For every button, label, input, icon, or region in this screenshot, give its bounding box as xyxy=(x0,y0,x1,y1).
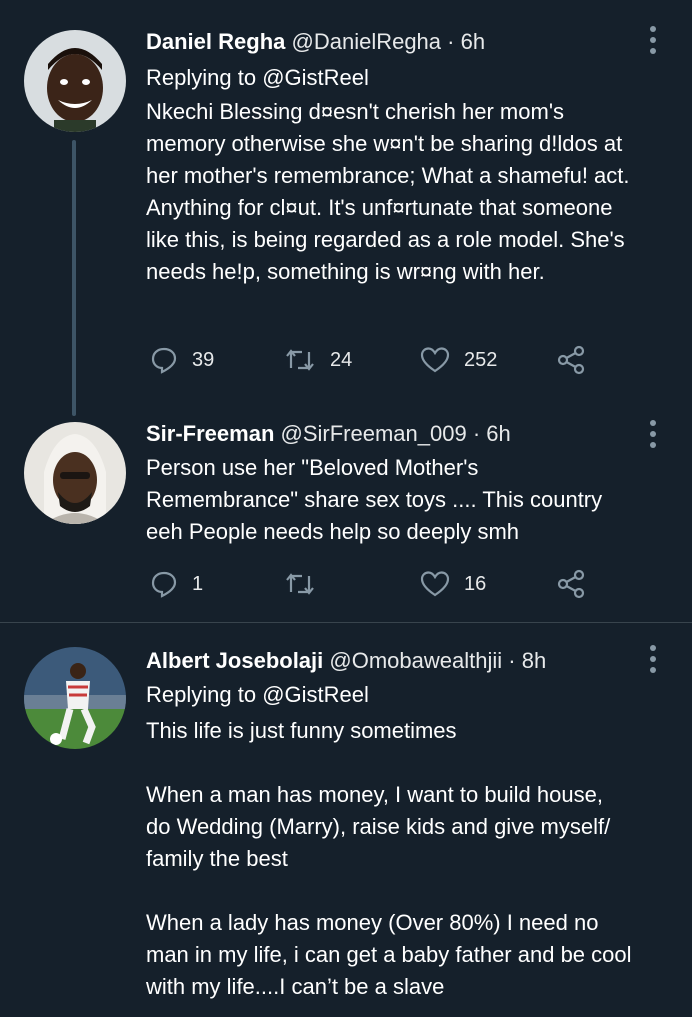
like-count: 252 xyxy=(464,348,498,371)
like-count: 16 xyxy=(464,572,487,595)
timestamp[interactable]: 6h xyxy=(461,29,485,54)
share-icon xyxy=(557,345,585,375)
retweet-button[interactable]: 24 xyxy=(284,340,352,380)
user-handle[interactable]: @DanielRegha xyxy=(292,29,442,54)
share-button[interactable] xyxy=(556,564,586,604)
retweet-icon xyxy=(286,349,314,371)
like-button[interactable]: 252 xyxy=(420,340,497,380)
user-handle[interactable]: @Omobawealthjii xyxy=(329,648,502,673)
reply-icon xyxy=(151,571,177,598)
replying-prefix: Replying to xyxy=(146,682,257,707)
replying-to-handle[interactable]: @GistReel xyxy=(262,65,369,90)
more-vertical-icon[interactable] xyxy=(648,645,658,673)
replying-prefix: Replying to xyxy=(146,65,257,90)
retweet-button[interactable] xyxy=(284,564,330,604)
tweet-text: Person use her "Beloved Mother's Remembr… xyxy=(146,455,609,544)
tweet-sir-freeman[interactable]: Sir-Freeman @SirFreeman_009 · 6h Person … xyxy=(0,410,692,622)
tweet-header: Sir-Freeman @SirFreeman_009 · 6h xyxy=(146,420,632,448)
tweet-albert-josebolaji[interactable]: Albert Josebolaji @Omobawealthjii · 8h R… xyxy=(0,623,692,1017)
user-handle[interactable]: @SirFreeman_009 xyxy=(281,421,467,446)
share-icon xyxy=(557,569,585,599)
avatar[interactable] xyxy=(24,647,126,749)
heart-icon xyxy=(420,571,450,597)
retweet-count: 24 xyxy=(330,348,353,371)
tweet-text: Nkechi Blessing d¤esn't cherish her mom'… xyxy=(146,99,635,284)
separator: · xyxy=(508,648,516,673)
heart-icon xyxy=(420,347,450,373)
retweet-icon xyxy=(286,573,314,595)
tweet-text: This life is just funny sometimes When a… xyxy=(146,718,632,999)
replying-to: Replying to @GistReel xyxy=(146,62,632,94)
reply-icon xyxy=(151,347,177,374)
tweet-header: Albert Josebolaji @Omobawealthjii · 8h xyxy=(146,647,632,675)
more-vertical-icon[interactable] xyxy=(648,26,658,54)
avatar[interactable] xyxy=(24,30,126,132)
display-name[interactable]: Daniel Regha xyxy=(146,29,285,54)
share-button[interactable] xyxy=(556,340,586,380)
tweet-daniel-regha[interactable]: Daniel Regha @DanielRegha · 6h Replying … xyxy=(0,0,692,416)
timestamp[interactable]: 6h xyxy=(486,421,510,446)
separator: · xyxy=(447,29,455,54)
replying-to: Replying to @GistReel xyxy=(146,679,632,711)
more-vertical-icon[interactable] xyxy=(648,420,658,448)
avatar[interactable] xyxy=(24,422,126,524)
replying-to-handle[interactable]: @GistReel xyxy=(262,682,369,707)
thread-line xyxy=(72,140,76,416)
timestamp[interactable]: 8h xyxy=(522,648,546,673)
tweet-header: Daniel Regha @DanielRegha · 6h xyxy=(146,28,632,56)
display-name[interactable]: Sir-Freeman xyxy=(146,421,274,446)
reply-count: 39 xyxy=(192,348,215,371)
reply-button[interactable]: 1 xyxy=(150,564,203,604)
reply-count: 1 xyxy=(192,572,204,595)
like-button[interactable]: 16 xyxy=(420,564,486,604)
reply-button[interactable]: 39 xyxy=(150,340,214,380)
display-name[interactable]: Albert Josebolaji xyxy=(146,648,323,673)
separator: · xyxy=(472,421,481,446)
